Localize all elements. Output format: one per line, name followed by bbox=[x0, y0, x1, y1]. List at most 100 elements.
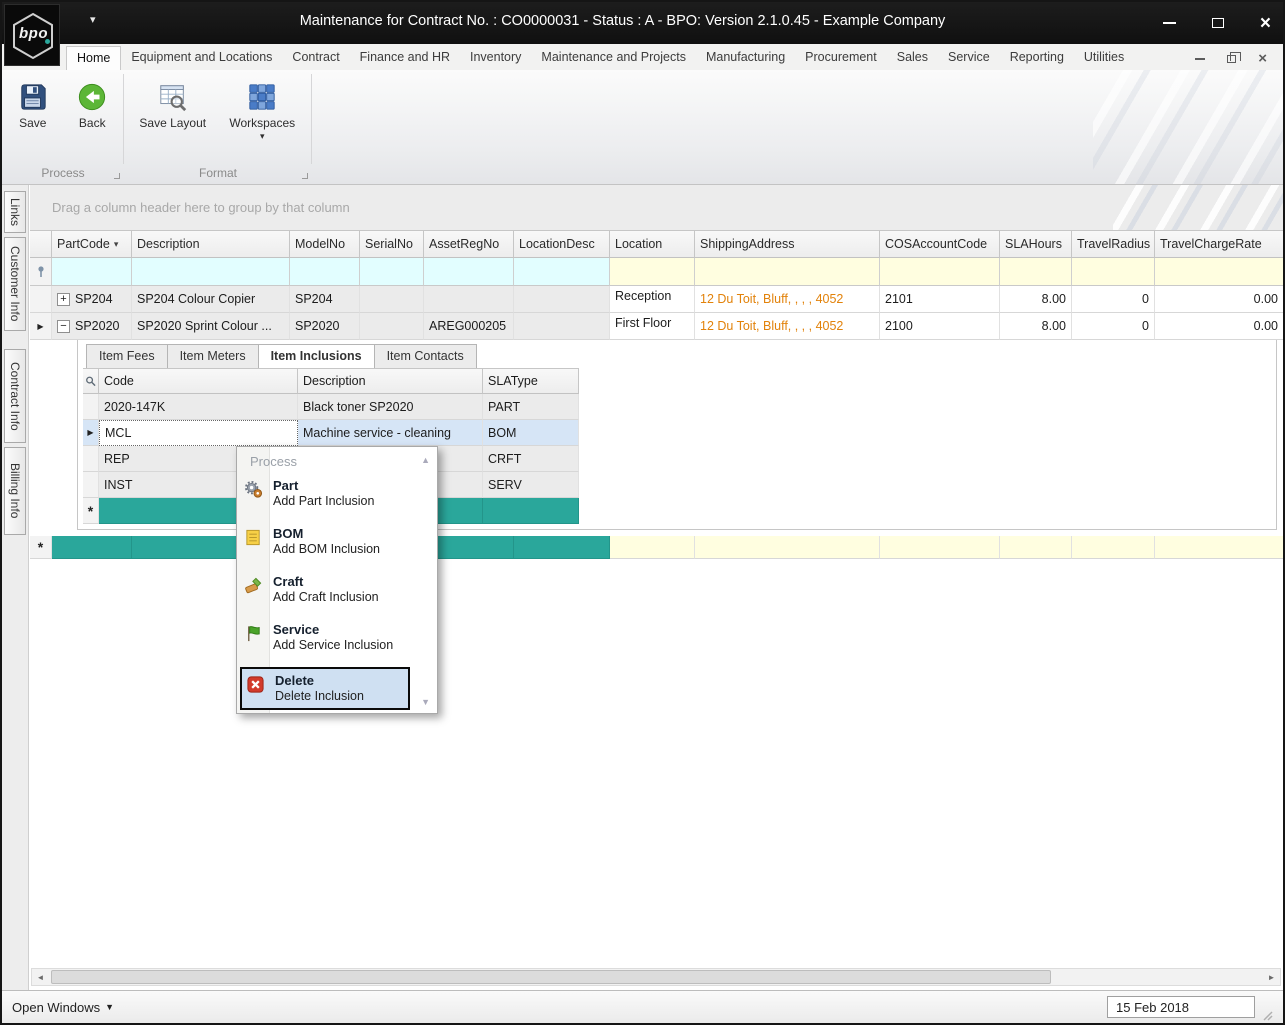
save-layout-button[interactable]: Save Layout bbox=[136, 76, 210, 162]
cell-location[interactable]: Reception bbox=[610, 286, 695, 313]
cell-modelno[interactable]: SP2020 bbox=[290, 313, 360, 340]
column-header-serialno[interactable]: SerialNo bbox=[360, 230, 424, 258]
cell-code[interactable]: 2020-147K bbox=[99, 394, 298, 420]
expand-icon[interactable]: + bbox=[57, 292, 70, 306]
menu-item-bom[interactable]: BOM Add BOM Inclusion bbox=[237, 523, 437, 560]
tab-inventory[interactable]: Inventory bbox=[460, 46, 531, 70]
tab-contract[interactable]: Contract bbox=[282, 46, 349, 70]
filter-cell-serialno[interactable] bbox=[360, 258, 424, 286]
tab-item-meters[interactable]: Item Meters bbox=[166, 344, 259, 368]
open-windows-button[interactable]: Open Windows bbox=[12, 1000, 100, 1015]
cell-slatype[interactable]: CRFT bbox=[483, 446, 579, 472]
minimize-icon[interactable] bbox=[1162, 22, 1176, 24]
cell-assetregno[interactable] bbox=[424, 286, 514, 313]
filter-cell-shippingaddress[interactable] bbox=[695, 258, 880, 286]
cell-travelchargerate[interactable]: 0.00 bbox=[1155, 286, 1283, 313]
column-header-cosaccountcode[interactable]: COSAccountCode bbox=[880, 230, 1000, 258]
tab-utilities[interactable]: Utilities bbox=[1074, 46, 1134, 70]
column-header-description[interactable]: Description bbox=[132, 230, 290, 258]
column-header-location[interactable]: Location bbox=[610, 230, 695, 258]
scroll-left-icon[interactable]: ◄ bbox=[32, 973, 49, 982]
column-header-code[interactable]: Code bbox=[99, 368, 298, 394]
menu-scroll-down-icon[interactable]: ▼ bbox=[421, 697, 430, 707]
row-indicator-cell[interactable] bbox=[30, 286, 52, 313]
new-row-cell-location[interactable] bbox=[610, 536, 695, 559]
new-row-cell-locationdesc[interactable] bbox=[514, 536, 610, 559]
column-header-travelchargerate[interactable]: TravelChargeRate bbox=[1155, 230, 1283, 258]
search-icon[interactable] bbox=[85, 375, 96, 387]
menu-item-service[interactable]: Service Add Service Inclusion bbox=[237, 619, 437, 656]
sidebar-item-billing-info[interactable]: Billing Info bbox=[4, 447, 26, 535]
cell-code-focused[interactable]: MCL bbox=[99, 420, 298, 446]
column-header-inclusion-description[interactable]: Description bbox=[298, 368, 483, 394]
filter-cell-partcode[interactable] bbox=[52, 258, 132, 286]
filter-cell-assetregno[interactable] bbox=[424, 258, 514, 286]
cell-cosaccountcode[interactable]: 2100 bbox=[880, 313, 1000, 340]
new-row-cell-slahours[interactable] bbox=[1000, 536, 1072, 559]
sidebar-item-contract-info[interactable]: Contract Info bbox=[4, 349, 26, 443]
menu-item-delete[interactable]: Delete Delete Inclusion bbox=[240, 667, 410, 710]
filter-cell-slahours[interactable] bbox=[1000, 258, 1072, 286]
column-header-modelno[interactable]: ModelNo bbox=[290, 230, 360, 258]
filter-cell-locationdesc[interactable] bbox=[514, 258, 610, 286]
cell-inclusion-description[interactable]: Machine service - cleaning bbox=[298, 420, 483, 446]
scrollbar-thumb[interactable] bbox=[51, 970, 1051, 984]
save-button[interactable]: Save bbox=[8, 76, 58, 162]
filter-cell-cosaccountcode[interactable] bbox=[880, 258, 1000, 286]
new-row-indicator[interactable]: * bbox=[83, 498, 99, 524]
cell-cosaccountcode[interactable]: 2101 bbox=[880, 286, 1000, 313]
column-header-travelradius[interactable]: TravelRadius bbox=[1072, 230, 1155, 258]
column-header-partcode[interactable]: PartCode ▾ bbox=[52, 230, 132, 258]
cell-shippingaddress[interactable]: 12 Du Toit, Bluff, , , , 4052 bbox=[695, 313, 880, 340]
row-indicator-cell[interactable] bbox=[83, 446, 99, 472]
new-row-indicator[interactable]: * bbox=[30, 536, 52, 559]
cell-partcode[interactable]: + SP204 bbox=[52, 286, 132, 313]
filter-caret-icon[interactable]: ▾ bbox=[114, 239, 119, 250]
open-windows-caret-icon[interactable]: ▼ bbox=[105, 1002, 114, 1012]
cell-description[interactable]: SP204 Colour Copier bbox=[132, 286, 290, 313]
filter-cell-location[interactable] bbox=[610, 258, 695, 286]
cell-slahours[interactable]: 8.00 bbox=[1000, 286, 1072, 313]
cell-travelchargerate[interactable]: 0.00 bbox=[1155, 313, 1283, 340]
filter-cell-travelchargerate[interactable] bbox=[1155, 258, 1283, 286]
cell-location[interactable]: First Floor bbox=[610, 313, 695, 340]
tab-reporting[interactable]: Reporting bbox=[1000, 46, 1074, 70]
mdi-close-icon[interactable]: × bbox=[1258, 51, 1267, 66]
tab-service[interactable]: Service bbox=[938, 46, 1000, 70]
cell-slatype[interactable]: PART bbox=[483, 394, 579, 420]
close-icon[interactable]: × bbox=[1260, 14, 1271, 33]
cell-serialno[interactable] bbox=[360, 313, 424, 340]
cell-modelno[interactable]: SP204 bbox=[290, 286, 360, 313]
row-indicator-cell[interactable]: ▶ bbox=[83, 420, 99, 446]
tab-home[interactable]: Home bbox=[66, 46, 122, 70]
tab-procurement[interactable]: Procurement bbox=[795, 46, 887, 70]
collapse-icon[interactable]: − bbox=[57, 319, 70, 333]
filter-cell-travelradius[interactable] bbox=[1072, 258, 1155, 286]
new-row-cell-cosaccountcode[interactable] bbox=[880, 536, 1000, 559]
tab-maintenance-and-projects[interactable]: Maintenance and Projects bbox=[531, 46, 696, 70]
new-row-cell-partcode[interactable] bbox=[52, 536, 132, 559]
scroll-right-icon[interactable]: ► bbox=[1263, 973, 1280, 982]
maximize-icon[interactable] bbox=[1211, 18, 1224, 28]
tab-finance-and-hr[interactable]: Finance and HR bbox=[350, 46, 460, 70]
column-header-shippingaddress[interactable]: ShippingAddress bbox=[695, 230, 880, 258]
resize-grip-icon[interactable] bbox=[1259, 1007, 1273, 1021]
status-date-field[interactable]: 15 Feb 2018 bbox=[1107, 996, 1255, 1018]
mdi-restore-icon[interactable] bbox=[1227, 51, 1242, 63]
tab-item-fees[interactable]: Item Fees bbox=[86, 344, 168, 368]
row-indicator-cell[interactable] bbox=[83, 472, 99, 498]
new-row-cell-travelchargerate[interactable] bbox=[1155, 536, 1283, 559]
new-row-cell-shippingaddress[interactable] bbox=[695, 536, 880, 559]
row-indicator-cell[interactable] bbox=[83, 394, 99, 420]
cell-assetregno[interactable]: AREG000205 bbox=[424, 313, 514, 340]
mdi-minimize-icon[interactable] bbox=[1195, 57, 1206, 60]
column-header-locationdesc[interactable]: LocationDesc bbox=[514, 230, 610, 258]
cell-slahours[interactable]: 8.00 bbox=[1000, 313, 1072, 340]
row-indicator-cell[interactable]: ▶ bbox=[30, 313, 52, 340]
cell-travelradius[interactable]: 0 bbox=[1072, 286, 1155, 313]
tab-manufacturing[interactable]: Manufacturing bbox=[696, 46, 795, 70]
sidebar-item-links[interactable]: Links bbox=[4, 191, 26, 233]
cell-slatype[interactable]: SERV bbox=[483, 472, 579, 498]
menu-item-craft[interactable]: Craft Add Craft Inclusion bbox=[237, 571, 437, 608]
menu-scroll-up-icon[interactable]: ▲ bbox=[421, 455, 430, 465]
